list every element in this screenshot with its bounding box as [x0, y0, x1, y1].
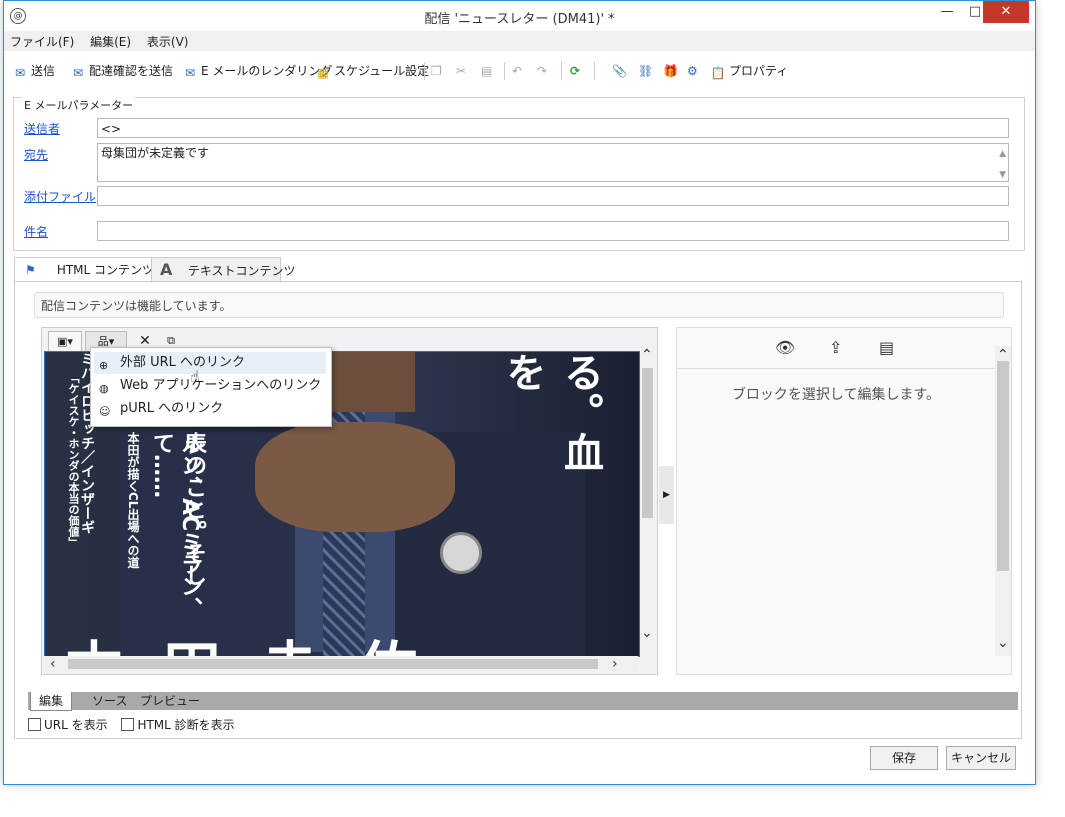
- menu-bar: ファイル(F) 編集(E) 表示(V): [4, 31, 1035, 51]
- sender-field[interactable]: <>: [97, 118, 1009, 138]
- gift-icon[interactable]: 🎁: [663, 61, 678, 81]
- menu-web-app-link[interactable]: ◍ Web アプリケーションへのリンク: [94, 375, 326, 397]
- cancel-button[interactable]: キャンセル: [946, 746, 1016, 770]
- panel-vertical-scrollbar[interactable]: ⌃ ⌄: [995, 346, 1011, 656]
- redo-icon[interactable]: ↷: [537, 61, 547, 81]
- envelope-icon: ✉: [14, 66, 26, 80]
- menu-purl-link[interactable]: ☺ pURL へのリンク: [94, 398, 326, 420]
- save-button[interactable]: 保存: [870, 746, 938, 770]
- link-context-menu: ⊕ 外部 URL へのリンク ◍ Web アプリケーションへのリンク ☺ pURL へ…: [90, 347, 332, 427]
- panel-message: ブロックを選択して編集します。: [731, 387, 941, 403]
- toolbar-separator: [424, 62, 425, 80]
- envelope-render-icon: ✉: [184, 66, 196, 80]
- sender-link[interactable]: 送信者: [24, 120, 60, 137]
- save-block-icon[interactable]: ▤: [879, 338, 894, 357]
- editor-vertical-scrollbar[interactable]: ⌃ ⌄: [640, 346, 655, 656]
- scroll-right-icon[interactable]: ›: [612, 657, 618, 671]
- content-status: 配信コンテンツは機能しています。: [34, 292, 1004, 318]
- attachment-link[interactable]: 添付ファイル: [24, 188, 96, 205]
- wristwatch: [440, 532, 482, 574]
- scroll-down-icon[interactable]: ▼: [999, 166, 1006, 184]
- menu-external-url-link[interactable]: ⊕ 外部 URL へのリンク: [94, 352, 326, 374]
- subject-link[interactable]: 件名: [24, 223, 48, 240]
- eye-icon[interactable]: 👁: [775, 338, 795, 357]
- image-subhead-2: 表のこと。そして……: [149, 432, 206, 586]
- refresh-icon[interactable]: ⟳: [570, 61, 580, 81]
- scroll-left-icon[interactable]: ‹: [50, 657, 56, 671]
- image-quote: 「ケイスケ・ホンダの本当の価値」: [67, 372, 80, 548]
- delivery-window: @ 配信 'ニュースレター (DM41)' * — □ ✕ ファイル(F) 編集…: [3, 0, 1036, 785]
- text-icon: A: [160, 260, 173, 279]
- scroll-up-icon[interactable]: ⌃: [997, 348, 1009, 362]
- image-caption: 本田が描くCL出場への道: [126, 432, 140, 569]
- to-field[interactable]: 母集団が未定義です ▲ ▼: [97, 143, 1009, 182]
- attachment-field[interactable]: [97, 186, 1009, 206]
- person-link-icon: ☺: [99, 405, 111, 418]
- copy-icon[interactable]: ❐: [431, 61, 442, 81]
- insert-image-button[interactable]: ▣▾: [48, 331, 82, 353]
- html-diag-checkbox[interactable]: HTML 診断を表示: [121, 718, 235, 732]
- scroll-thumb[interactable]: [642, 368, 653, 518]
- toolbar: ✉ 送信 ✉ 配達確認を送信 ✉ E メールのレンダリング ▦ スケジュール設定 ❐ ✂…: [4, 56, 1035, 84]
- scroll-thumb[interactable]: [997, 361, 1009, 571]
- tab-text-content[interactable]: A テキストコンテンツ: [151, 257, 295, 282]
- schedule-button[interactable]: ▦ スケジュール設定: [315, 61, 429, 81]
- www-link-icon: ⊕: [99, 359, 109, 372]
- to-link[interactable]: 宛先: [24, 146, 48, 163]
- editor-mode-bar: 編集 ソース プレビュー: [28, 692, 1018, 711]
- tracking-icon[interactable]: ⚙: [687, 61, 698, 81]
- show-url-checkbox[interactable]: URL を表示: [28, 718, 108, 732]
- clasped-hands: [255, 422, 455, 532]
- close-button[interactable]: ✕: [983, 1, 1029, 23]
- clipboard-icon: 📋: [710, 66, 726, 80]
- menu-edit[interactable]: 編集(E): [84, 31, 137, 52]
- scroll-down-icon[interactable]: ⌄: [997, 636, 1009, 650]
- paste-icon[interactable]: ▤: [481, 61, 492, 81]
- window-title: 配信 'ニュースレター (DM41)' *: [424, 12, 615, 27]
- send-proof-button[interactable]: ✉ 配達確認を送信: [70, 61, 173, 81]
- hand-cursor-icon: ☝: [190, 367, 200, 386]
- globe-link-icon: ◍: [99, 382, 109, 395]
- block-properties-panel: 👁 ⇪ ▤ ブロックを選択して編集します。 ⌃ ⌄: [676, 327, 1012, 675]
- send-button[interactable]: ✉ 送信: [12, 61, 55, 81]
- email-params-legend: E メールパラメーター: [22, 97, 136, 113]
- tab-html-content[interactable]: ⚑ HTML コンテンツ: [14, 257, 154, 283]
- image-big-title: 本田圭佑: [65, 622, 457, 656]
- mode-tab-edit[interactable]: 編集: [30, 692, 73, 711]
- display-options: URL を表示 HTML 診断を表示: [28, 716, 235, 733]
- html-icon: ⚑: [25, 263, 36, 277]
- editor-horizontal-scrollbar[interactable]: ‹ ›: [44, 656, 638, 672]
- panel-collapse-toggle[interactable]: ▶: [659, 466, 674, 524]
- image-icon: ▣▾: [57, 335, 73, 348]
- envelope-check-icon: ✉: [72, 66, 84, 80]
- properties-button[interactable]: 📋 プロパティ: [710, 61, 789, 81]
- menu-view[interactable]: 表示(V): [141, 31, 195, 52]
- toolbar-separator: [561, 62, 562, 80]
- mode-tab-preview[interactable]: プレビュー: [132, 692, 208, 710]
- upload-icon[interactable]: ⇪: [829, 338, 842, 357]
- toolbar-separator: [594, 62, 595, 80]
- to-field-value: 母集団が未定義です: [101, 146, 210, 160]
- cut-icon[interactable]: ✂: [456, 61, 466, 81]
- checkbox-box: [121, 718, 135, 731]
- link-icon[interactable]: ⛓: [638, 61, 653, 81]
- subject-field[interactable]: [97, 221, 1009, 241]
- chevron-right-icon: ▶: [663, 490, 670, 500]
- email-render-button[interactable]: ✉ E メールのレンダリング: [182, 61, 332, 81]
- toolbar-separator: [504, 62, 505, 80]
- title-bar: @ 配信 'ニュースレター (DM41)' * — □ ✕: [4, 1, 1035, 31]
- scroll-up-icon[interactable]: ▲: [999, 145, 1006, 163]
- attachment-icon[interactable]: 📎: [612, 61, 627, 81]
- calendar-icon: ▦: [317, 66, 329, 80]
- scroll-down-icon[interactable]: ⌄: [641, 626, 653, 640]
- scroll-thumb[interactable]: [68, 659, 598, 669]
- image-headline: る。血を: [499, 352, 603, 472]
- mode-tab-source[interactable]: ソース: [84, 692, 135, 710]
- checkbox-box: [28, 718, 41, 731]
- undo-icon[interactable]: ↶: [512, 61, 522, 81]
- panel-toolbar: 👁 ⇪ ▤: [677, 328, 1011, 369]
- menu-file[interactable]: ファイル(F): [4, 31, 80, 52]
- scroll-up-icon[interactable]: ⌃: [641, 348, 653, 362]
